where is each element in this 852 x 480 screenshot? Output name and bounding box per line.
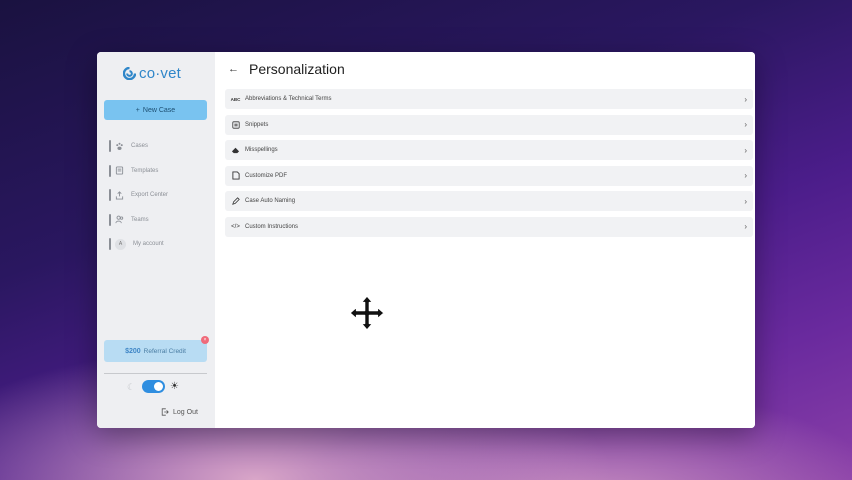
settings-row-label: Case Auto Naming (245, 198, 296, 204)
covet-logo-icon (123, 67, 136, 80)
abc-icon: ABC (230, 96, 241, 102)
logout-button[interactable]: Log Out (161, 408, 198, 416)
export-icon (115, 191, 124, 200)
sidebar-divider (104, 373, 207, 374)
page-header: ← Personalization (228, 61, 345, 77)
close-icon[interactable]: × (201, 336, 209, 344)
code-icon: </> (231, 223, 240, 230)
avatar: A (115, 238, 126, 250)
moon-icon: ☾ (127, 381, 136, 392)
chevron-right-icon: › (744, 94, 747, 104)
sidebar-item-label: My account (133, 241, 164, 248)
settings-list: ABC Abbreviations & Technical Terms › Sn… (225, 89, 753, 242)
referral-label: Referral Credit (143, 347, 186, 355)
move-cursor-icon (349, 295, 385, 331)
app-window: co·vet + New Case Cases Templates Export… (97, 52, 755, 428)
sidebar-item-label: Export Center (131, 192, 169, 199)
chevron-right-icon: › (744, 196, 747, 206)
plus-icon: + (135, 106, 140, 114)
settings-row-label: Custom Instructions (245, 223, 299, 230)
sidebar: co·vet + New Case Cases Templates Export… (97, 52, 215, 428)
main-content: ← Personalization ABC Abbreviations & Te… (215, 52, 755, 428)
template-icon (115, 166, 124, 175)
team-icon (115, 215, 124, 224)
toggle-knob (154, 382, 163, 391)
referral-credit-banner[interactable]: $200 Referral Credit × (104, 336, 209, 362)
settings-row-customize-pdf[interactable]: Customize PDF › (225, 165, 753, 186)
sidebar-item-my-account[interactable]: A My account (109, 232, 209, 257)
settings-row-label: Snippets (245, 121, 269, 128)
new-case-button[interactable]: + New Case (104, 100, 207, 120)
logo[interactable]: co·vet (123, 65, 181, 82)
settings-row-snippets[interactable]: Snippets › (225, 114, 753, 135)
sidebar-item-label: Cases (131, 143, 149, 150)
settings-row-label: Abbreviations & Technical Terms (245, 96, 332, 102)
logout-label: Log Out (173, 408, 198, 416)
sidebar-nav: Cases Templates Export Center Teams A My… (109, 134, 209, 257)
back-arrow-icon[interactable]: ← (228, 63, 239, 75)
new-case-label: New Case (142, 106, 176, 114)
paw-icon (115, 142, 124, 151)
referral-amount: $200 (125, 347, 141, 355)
chevron-right-icon: › (744, 120, 747, 129)
eraser-icon (231, 146, 240, 155)
snippet-icon (231, 120, 240, 129)
logout-icon (161, 408, 169, 416)
pdf-icon (231, 171, 240, 180)
sidebar-item-label: Teams (131, 216, 149, 223)
settings-row-abbreviations[interactable]: ABC Abbreviations & Technical Terms › (225, 89, 753, 109)
theme-switcher: ☾ ☀ (127, 380, 179, 393)
chevron-right-icon: › (744, 171, 747, 180)
settings-row-label: Misspellings (245, 147, 278, 153)
sidebar-item-cases[interactable]: Cases (109, 134, 209, 159)
theme-toggle[interactable] (142, 380, 165, 393)
chevron-right-icon: › (744, 222, 747, 231)
settings-row-label: Customize PDF (245, 172, 288, 179)
sun-icon: ☀ (170, 380, 179, 392)
logo-text: co·vet (139, 65, 182, 82)
sidebar-item-label: Templates (131, 167, 159, 174)
pencil-icon (231, 197, 240, 206)
sidebar-item-teams[interactable]: Teams (109, 208, 209, 233)
page-title: Personalization (249, 61, 345, 77)
sidebar-item-export-center[interactable]: Export Center (109, 183, 209, 208)
settings-row-custom-instructions[interactable]: </> Custom Instructions › (225, 216, 753, 237)
sidebar-item-templates[interactable]: Templates (109, 159, 209, 184)
settings-row-misspellings[interactable]: Misspellings › (225, 140, 753, 160)
settings-row-case-auto-naming[interactable]: Case Auto Naming › (225, 191, 753, 211)
chevron-right-icon: › (744, 145, 747, 155)
